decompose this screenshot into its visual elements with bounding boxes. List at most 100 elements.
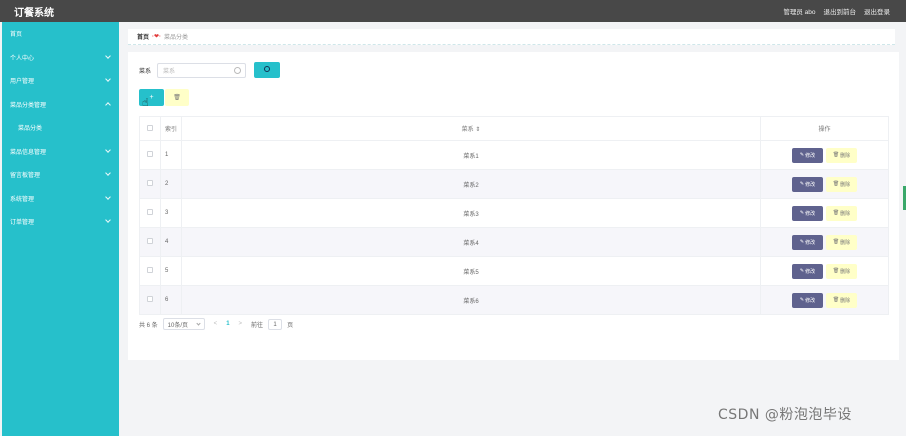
row-index: 4: [160, 227, 182, 257]
page-size-select[interactable]: 10条/页: [162, 318, 205, 330]
delete-label: 删除: [840, 297, 851, 304]
row-checkbox[interactable]: [147, 180, 153, 186]
page-number-current[interactable]: 1: [226, 321, 229, 327]
row-index: 3: [160, 198, 182, 228]
logout-link[interactable]: 退出登录: [864, 6, 890, 16]
sidebar-item-category-mgmt[interactable]: 菜品分类管理: [2, 93, 119, 117]
row-checkbox[interactable]: [147, 296, 153, 302]
delete-button[interactable]: 🗑 删除: [826, 147, 857, 163]
sidebar-item-label: 个人中心: [10, 55, 35, 62]
chevron-down-icon: [105, 193, 111, 200]
edit-button[interactable]: ✎ 修改: [792, 234, 823, 250]
batch-delete-button[interactable]: 🗑: [165, 89, 189, 106]
sidebar-item-orders[interactable]: 订单管理: [2, 210, 119, 234]
row-check-cell: [139, 169, 161, 199]
sidebar-item-system[interactable]: 系统管理: [2, 187, 119, 211]
row-actions: ✎ 修改 🗑 删除: [760, 256, 889, 286]
trash-icon: 🗑: [832, 181, 840, 187]
table-row: 4 菜系4 ✎ 修改 🗑 删除: [139, 227, 889, 257]
delete-button[interactable]: 🗑 删除: [826, 234, 857, 250]
pointer-cursor-icon: ☝: [142, 97, 149, 109]
trash-icon: 🗑: [173, 95, 181, 101]
table-header-row: 索引 菜系 ⇕ 操作: [139, 116, 889, 141]
row-index: 5: [160, 256, 182, 286]
sidebar-item-label: 菜品信息管理: [10, 149, 47, 156]
edit-button[interactable]: ✎ 修改: [792, 205, 823, 221]
edit-label: 修改: [805, 297, 816, 304]
row-name: 菜系5: [181, 256, 761, 286]
watermark: CSDN @粉泡泡毕设: [718, 407, 852, 423]
next-page-button[interactable]: >: [235, 321, 247, 327]
table-row: 2 菜系2 ✎ 修改 🗑 删除: [139, 169, 889, 199]
plus-icon: +: [149, 94, 154, 101]
breadcrumb: 首页 ·❤· 菜品分类: [128, 29, 895, 45]
edit-icon: ✎: [799, 152, 805, 158]
row-name: 菜系6: [181, 285, 761, 315]
chevron-down-icon: [105, 52, 111, 59]
edit-button[interactable]: ✎ 修改: [792, 292, 823, 308]
row-checkbox[interactable]: [147, 267, 153, 273]
edit-label: 修改: [805, 152, 816, 159]
edit-button[interactable]: ✎ 修改: [792, 263, 823, 279]
edit-label: 修改: [805, 268, 816, 275]
sidebar-item-users[interactable]: 用户管理: [2, 69, 119, 93]
app-title: 订餐系统: [14, 8, 54, 19]
clear-icon[interactable]: [234, 66, 242, 74]
search-row: 菜系 菜系: [139, 62, 281, 78]
row-checkbox[interactable]: [147, 209, 153, 215]
row-name: 菜系1: [181, 140, 761, 170]
edit-label: 修改: [805, 210, 816, 217]
search-placeholder: 菜系: [163, 68, 176, 75]
edit-label: 修改: [805, 239, 816, 246]
row-index: 6: [160, 285, 182, 315]
edit-button[interactable]: ✎ 修改: [792, 147, 823, 163]
edit-icon: ✎: [799, 181, 805, 187]
header-actions: 管理员 abo 退出到前台 退出登录: [783, 6, 890, 16]
select-all-checkbox[interactable]: [147, 124, 153, 131]
row-actions: ✎ 修改 🗑 删除: [760, 227, 889, 257]
edit-icon: ✎: [799, 210, 805, 216]
goto-page-input[interactable]: 1: [268, 318, 283, 330]
chevron-down-icon: [196, 321, 201, 326]
delete-button[interactable]: 🗑 删除: [826, 176, 857, 192]
delete-label: 删除: [840, 210, 851, 217]
row-actions: ✎ 修改 🗑 删除: [760, 198, 889, 228]
delete-button[interactable]: 🗑 删除: [826, 292, 857, 308]
sidebar-item-dishes[interactable]: 菜品信息管理: [2, 140, 119, 164]
front-link[interactable]: 退出到前台: [824, 6, 857, 16]
content-panel: 菜系 菜系 + 🗑 ☝ 索引 菜系 ⇕ 操作 1 菜系1 ✎ 修改 🗑 删除 2…: [128, 52, 899, 360]
breadcrumb-separator-icon: ·❤·: [152, 34, 162, 40]
row-check-cell: [139, 198, 161, 228]
row-index: 1: [160, 140, 182, 170]
row-name: 菜系2: [181, 169, 761, 199]
breadcrumb-home[interactable]: 首页: [137, 32, 149, 41]
row-check-cell: [139, 256, 161, 286]
row-checkbox[interactable]: [147, 238, 153, 244]
search-button[interactable]: [254, 62, 281, 78]
table-row: 3 菜系3 ✎ 修改 🗑 删除: [139, 198, 889, 228]
sidebar-item-label: 用户管理: [10, 79, 35, 86]
sidebar-item-profile[interactable]: 个人中心: [2, 46, 119, 70]
row-checkbox[interactable]: [147, 151, 153, 157]
delete-label: 删除: [840, 152, 851, 159]
sidebar-subitem-category[interactable]: 菜品分类: [2, 116, 119, 140]
row-check-cell: [139, 140, 161, 170]
sidebar-item-messages[interactable]: 留言板管理: [2, 163, 119, 187]
delete-button[interactable]: 🗑 删除: [826, 205, 857, 221]
row-check-cell: [139, 227, 161, 257]
pagination-total: 共 6 条: [139, 322, 158, 329]
sidebar-item-home[interactable]: 首页: [2, 22, 119, 46]
header-name[interactable]: 菜系 ⇕: [181, 116, 761, 141]
search-input[interactable]: 菜系: [157, 62, 247, 78]
delete-button[interactable]: 🗑 删除: [826, 263, 857, 279]
delete-label: 删除: [840, 181, 851, 188]
edit-icon: ✎: [799, 268, 805, 274]
prev-page-button[interactable]: <: [210, 321, 222, 327]
row-index: 2: [160, 169, 182, 199]
table-row: 1 菜系1 ✎ 修改 🗑 删除: [139, 140, 889, 170]
header-actions: 操作: [760, 116, 889, 141]
category-table: 索引 菜系 ⇕ 操作 1 菜系1 ✎ 修改 🗑 删除 2 菜系2 ✎ 修改 🗑 删除: [139, 116, 889, 315]
edit-button[interactable]: ✎ 修改: [792, 176, 823, 192]
pagination: 共 6 条 10条/页 < 1 > 前往 1 页: [139, 318, 293, 330]
search-label: 菜系: [139, 68, 152, 75]
